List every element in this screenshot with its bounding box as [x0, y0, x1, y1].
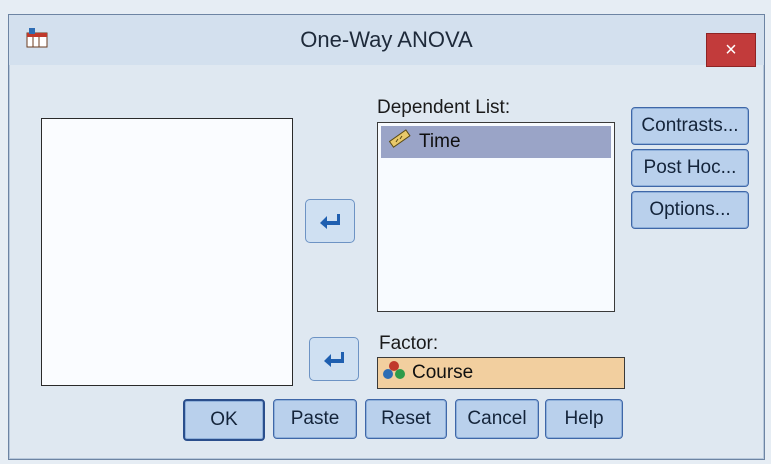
ok-button[interactable]: OK: [183, 399, 265, 441]
list-item[interactable]: Time: [381, 126, 611, 158]
close-icon: ×: [725, 39, 737, 61]
title-bar: One-Way ANOVA ×: [9, 15, 764, 67]
paste-button[interactable]: Paste: [273, 399, 357, 439]
dependent-list[interactable]: Time: [377, 122, 615, 312]
window-title: One-Way ANOVA: [300, 27, 473, 52]
move-to-factor-button[interactable]: [309, 337, 359, 381]
arrow-left-icon: [324, 352, 344, 367]
cancel-button[interactable]: Cancel: [455, 399, 539, 439]
help-button[interactable]: Help: [545, 399, 623, 439]
contrasts-button[interactable]: Contrasts...: [631, 107, 749, 145]
reset-button[interactable]: Reset: [365, 399, 447, 439]
nominal-variable-icon: [382, 360, 406, 386]
dependent-variable-name: Time: [419, 131, 461, 152]
options-button[interactable]: Options...: [631, 191, 749, 229]
one-way-anova-dialog: One-Way ANOVA × Dependent List: Time Fac…: [8, 14, 765, 460]
dependent-list-label: Dependent List:: [377, 97, 511, 118]
ruler-scale-icon: [387, 128, 413, 156]
factor-variable-name: Course: [412, 362, 474, 383]
close-button[interactable]: ×: [706, 33, 756, 67]
arrow-left-icon: [320, 214, 340, 229]
factor-label: Factor:: [379, 333, 439, 354]
post-hoc-button[interactable]: Post Hoc...: [631, 149, 749, 187]
factor-field[interactable]: Course: [377, 357, 625, 389]
variable-source-list[interactable]: [41, 118, 293, 386]
move-to-dependent-button[interactable]: [305, 199, 355, 243]
